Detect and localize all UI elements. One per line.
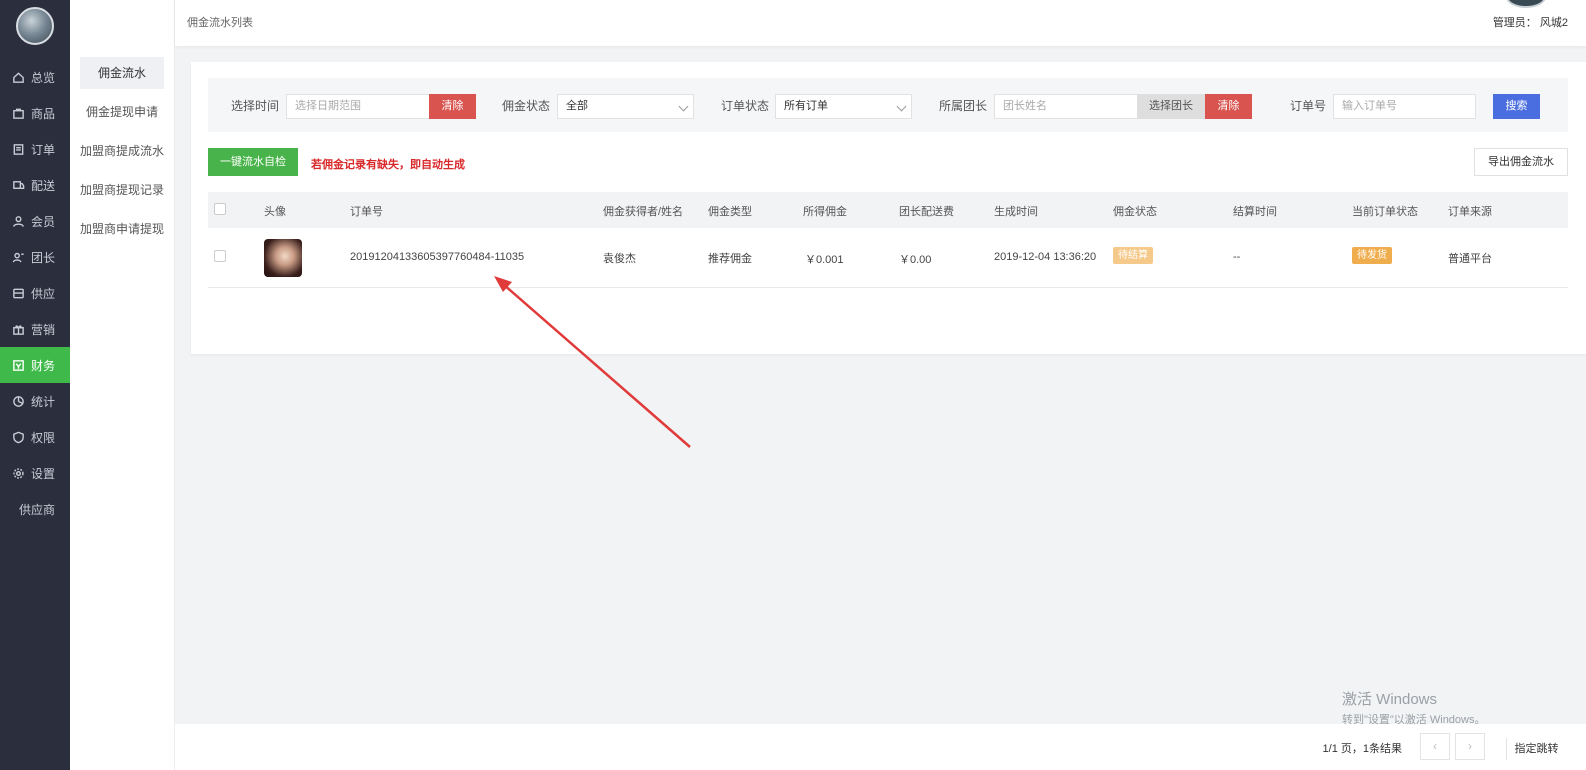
cell-delivery-fee: ￥0.00 [899,254,932,266]
page-info: 1/1 页，1条结果 [1322,743,1402,755]
status-badge: 待结算 [1113,247,1153,264]
row-checkbox[interactable] [214,250,226,262]
home-icon [11,70,25,84]
logo-avatar [16,7,54,45]
jump-to-page-button[interactable]: 指定跳转 [1506,738,1566,760]
col-settle-time: 结算时间 [1233,206,1277,218]
main-sidebar: 总览 商品 订单 配送 会员 团长 供应 营销 财务 统计 权限 设置 供应商 [0,0,70,770]
col-order-no: 订单号 [350,206,383,218]
order-status-badge: 待发货 [1352,247,1392,264]
self-check-button[interactable]: 一键流水自检 [208,148,298,176]
subnav-item-franchise-withdraw-apply[interactable]: 加盟商申请提现 [80,213,164,245]
gear-icon [11,466,25,480]
order-status-label: 订单状态 [721,99,770,113]
time-label: 选择时间 [231,99,280,113]
clear-date-button[interactable]: 清除 [429,94,476,119]
prev-page-button[interactable]: ‹ [1420,733,1450,760]
bag-icon [11,106,25,120]
supply-icon [11,286,25,300]
col-type: 佣金类型 [708,206,752,218]
cell-settle-time: -- [1233,251,1241,263]
pie-icon [11,394,25,408]
col-delivery-fee: 团长配送费 [899,206,954,218]
select-leader-button[interactable]: 选择团长 [1137,94,1205,119]
col-order-status: 当前订单状态 [1352,206,1418,218]
warning-text: 若佣金记录有缺失，即自动生成 [311,159,465,171]
filter-bar: 选择时间 选择日期范围 清除 佣金状态 全部 订单状态 所有订单 所属团长 团长… [208,78,1568,132]
watermark-title: 激活 Windows [1342,691,1438,708]
admin-label[interactable]: 管理员： 风城2 [1493,14,1568,30]
chevron-down-icon [896,101,907,112]
finance-icon [11,358,25,372]
nav-item-stats[interactable]: 统计 [0,383,70,419]
col-earner: 佣金获得者/姓名 [603,206,684,218]
nav-item-settings[interactable]: 设置 [0,455,70,491]
cell-commission: ￥0.001 [805,254,844,266]
nav-item-marketing[interactable]: 营销 [0,311,70,347]
nav-item-goods[interactable]: 商品 [0,95,70,131]
cell-order-no: 20191204133605397760484-11035 [350,251,525,263]
finance-subnav: 佣金流水 佣金提现申请 加盟商提成流水 加盟商提现记录 加盟商申请提现 [70,0,175,770]
clear-leader-button[interactable]: 清除 [1205,94,1252,119]
nav-item-delivery[interactable]: 配送 [0,167,70,203]
col-commission: 所得佣金 [803,206,847,218]
cell-created: 2019-12-04 13:36:20 [994,251,1097,263]
leader-label: 所属团长 [939,99,988,113]
nav-item-members[interactable]: 会员 [0,203,70,239]
windows-watermark: 激活 Windows 转到"设置"以激活 Windows。 [1342,688,1486,727]
nav-item-suppliers[interactable]: 供应商 [0,491,70,527]
search-button[interactable]: 搜索 [1493,94,1540,119]
order-no-input[interactable]: 输入订单号 [1333,94,1476,119]
col-status: 佣金状态 [1113,206,1157,218]
leader-name-input[interactable]: 团长姓名 [994,94,1138,119]
cell-source: 普通平台 [1448,253,1492,265]
table-row: 20191204133605397760484-11035 袁俊杰 推荐佣金 ￥… [208,228,1568,288]
col-created: 生成时间 [994,206,1038,218]
commission-status-select[interactable]: 全部 [557,94,694,119]
leader-icon [11,250,25,264]
nav-item-permissions[interactable]: 权限 [0,419,70,455]
order-no-label: 订单号 [1290,99,1327,113]
breadcrumb: 佣金流水列表 [187,17,253,29]
order-status-select[interactable]: 所有订单 [775,94,912,119]
pagination: 1/1 页，1条结果 ‹ › 指定跳转 [175,724,1586,770]
col-avatar: 头像 [264,206,286,218]
nav-item-leaders[interactable]: 团长 [0,239,70,275]
subnav-item-withdraw-apply[interactable]: 佣金提现申请 [80,96,164,128]
cell-type: 推荐佣金 [708,253,752,265]
order-icon [11,142,25,156]
nav-item-supply[interactable]: 供应 [0,275,70,311]
nav-item-overview[interactable]: 总览 [0,59,70,95]
top-header: 佣金流水列表 管理员： 风城2 [175,0,1586,46]
shield-icon [11,430,25,444]
subnav-item-franchise-flow[interactable]: 加盟商提成流水 [80,135,164,167]
gift-icon [11,322,25,336]
subnav-item-commission-flow[interactable]: 佣金流水 [80,57,164,89]
subnav-item-franchise-withdraw-records[interactable]: 加盟商提现记录 [80,174,164,206]
user-icon [11,214,25,228]
nav-item-finance[interactable]: 财务 [0,347,70,383]
nav-item-orders[interactable]: 订单 [0,131,70,167]
select-all-checkbox[interactable] [214,203,226,215]
watermark-subtitle: 转到"设置"以激活 Windows。 [1342,714,1486,726]
content-card: 选择时间 选择日期范围 清除 佣金状态 全部 订单状态 所有订单 所属团长 团长… [191,62,1586,354]
chevron-down-icon [678,101,689,112]
next-page-button[interactable]: › [1455,733,1485,760]
date-range-input[interactable]: 选择日期范围 [286,94,430,119]
col-source: 订单来源 [1448,206,1492,218]
cell-earner: 袁俊杰 [603,253,636,265]
commission-status-label: 佣金状态 [502,99,551,113]
delivery-icon [11,178,25,192]
table-header: 头像 订单号 佣金获得者/姓名 佣金类型 所得佣金 团长配送费 生成时间 佣金状… [208,192,1568,228]
export-button[interactable]: 导出佣金流水 [1474,148,1568,176]
avatar [264,239,302,277]
admin-avatar[interactable] [1506,0,1546,8]
